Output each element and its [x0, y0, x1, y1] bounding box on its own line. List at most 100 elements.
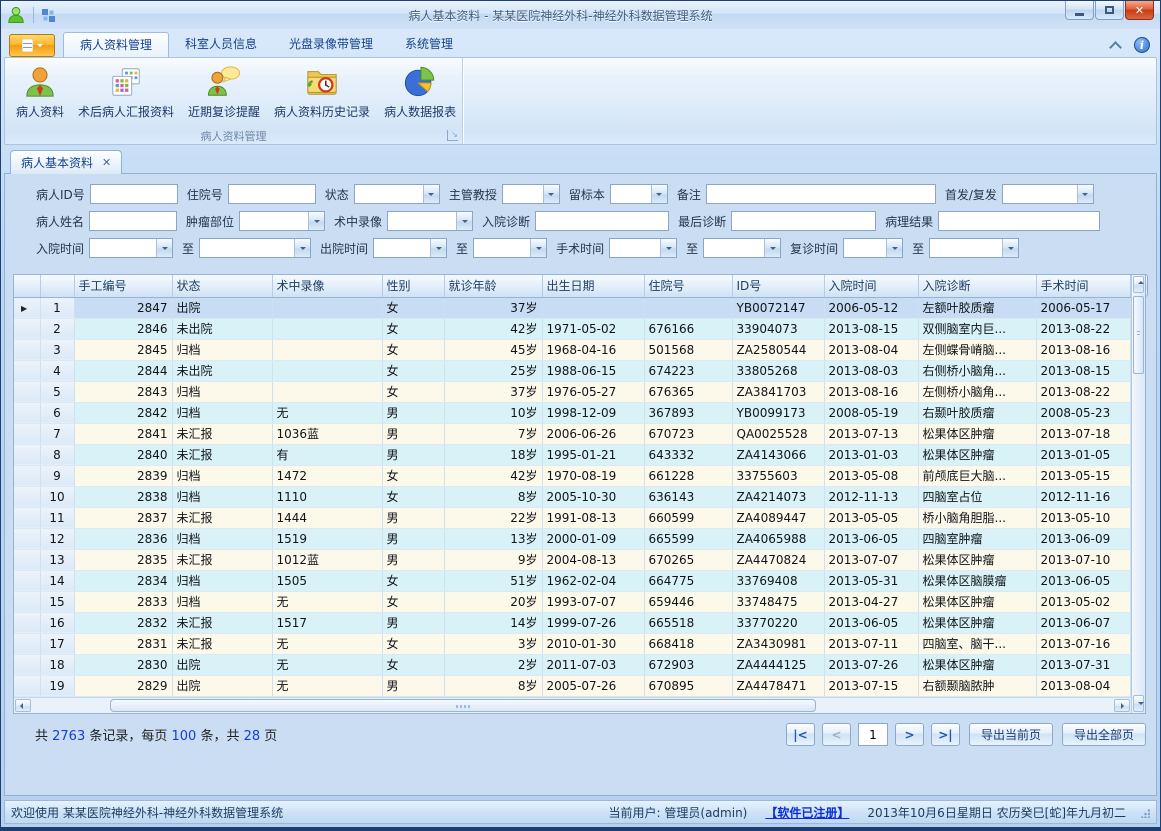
column-header-age[interactable]: 就诊年龄: [444, 275, 542, 297]
cell-surgery_time[interactable]: 2013-07-18: [1036, 423, 1130, 444]
row-indicator[interactable]: [14, 507, 40, 528]
cell-gender[interactable]: 女: [382, 360, 444, 381]
column-header-video[interactable]: 术中录像: [272, 275, 382, 297]
cell-diagnosis[interactable]: 右额颞脑脓肿: [918, 675, 1036, 696]
table-row[interactable]: 72841未汇报1036蓝男7岁2006-06-26670723QA002552…: [14, 423, 1130, 444]
cell-gender[interactable]: 女: [382, 591, 444, 612]
cell-status[interactable]: 未出院: [172, 318, 272, 339]
cell-id_no[interactable]: 33748475: [732, 591, 824, 612]
column-header-gender[interactable]: 性别: [382, 275, 444, 297]
cell-admission_no[interactable]: 668418: [644, 633, 732, 654]
cell-video[interactable]: 无: [272, 654, 382, 675]
filter-input[interactable]: [938, 211, 1100, 231]
table-row[interactable]: 12847出院女37岁YB00721472006-05-12左额叶胶质瘤2006…: [14, 297, 1130, 318]
ribbon-tab-3[interactable]: 光盘录像带管理: [273, 32, 389, 57]
column-header-admission_no[interactable]: 住院号: [644, 275, 732, 297]
cell-status[interactable]: 出院: [172, 675, 272, 696]
table-row[interactable]: 42844未出院女25岁1988-06-15674223338052682013…: [14, 360, 1130, 381]
cell-manual_no[interactable]: 2844: [74, 360, 172, 381]
cell-age[interactable]: 37岁: [444, 297, 542, 318]
cell-age[interactable]: 22岁: [444, 507, 542, 528]
cell-birthdate[interactable]: 1995-01-21: [542, 444, 644, 465]
cell-rownum[interactable]: 12: [40, 528, 74, 549]
cell-age[interactable]: 25岁: [444, 360, 542, 381]
cell-birthdate[interactable]: 2000-01-09: [542, 528, 644, 549]
cell-id_no[interactable]: ZA4478471: [732, 675, 824, 696]
cell-admission_no[interactable]: 367893: [644, 402, 732, 423]
export-button-1[interactable]: 导出当前页: [969, 723, 1053, 746]
cell-admit_time[interactable]: 2008-05-19: [824, 402, 918, 423]
chevron-down-icon[interactable]: [651, 185, 667, 203]
cell-admission_no[interactable]: 636143: [644, 486, 732, 507]
cell-status[interactable]: 未汇报: [172, 423, 272, 444]
cell-birthdate[interactable]: 2005-10-30: [542, 486, 644, 507]
cell-status[interactable]: 归档: [172, 381, 272, 402]
cell-admission_no[interactable]: 661228: [644, 465, 732, 486]
cell-admission_no[interactable]: 643332: [644, 444, 732, 465]
cell-status[interactable]: 归档: [172, 570, 272, 591]
filter-combo[interactable]: [843, 238, 903, 258]
cell-rownum[interactable]: 8: [40, 444, 74, 465]
cell-gender[interactable]: 女: [382, 381, 444, 402]
cell-admission_no[interactable]: 660599: [644, 507, 732, 528]
cell-rownum[interactable]: 1: [40, 297, 74, 318]
cell-diagnosis[interactable]: 前颅底巨大脑...: [918, 465, 1036, 486]
vertical-scroll-track[interactable]: [1132, 294, 1146, 694]
cell-admit_time[interactable]: 2013-06-05: [824, 612, 918, 633]
column-header-blank[interactable]: [14, 275, 40, 297]
cell-rownum[interactable]: 14: [40, 570, 74, 591]
cell-age[interactable]: 20岁: [444, 591, 542, 612]
cell-diagnosis[interactable]: 左侧蝶骨嵴脑...: [918, 339, 1036, 360]
filter-input[interactable]: [89, 211, 177, 231]
cell-surgery_time[interactable]: 2013-07-31: [1036, 654, 1130, 675]
cell-diagnosis[interactable]: 松果体区肿瘤: [918, 423, 1036, 444]
cell-admission_no[interactable]: 676166: [644, 318, 732, 339]
cell-age[interactable]: 18岁: [444, 444, 542, 465]
cell-id_no[interactable]: QA0025528: [732, 423, 824, 444]
ribbon-tab-4[interactable]: 系统管理: [389, 32, 469, 57]
cell-birthdate[interactable]: 1976-05-27: [542, 381, 644, 402]
table-row[interactable]: 132835未汇报1012蓝男9岁2004-08-13670265ZA44708…: [14, 549, 1130, 570]
table-row[interactable]: 32845归档女45岁1968-04-16501568ZA25805442013…: [14, 339, 1130, 360]
row-indicator[interactable]: [14, 528, 40, 549]
cell-admission_no[interactable]: 672903: [644, 654, 732, 675]
cell-manual_no[interactable]: 2833: [74, 591, 172, 612]
cell-status[interactable]: 未汇报: [172, 549, 272, 570]
cell-gender[interactable]: 男: [382, 528, 444, 549]
filter-combo[interactable]: [703, 238, 781, 258]
cell-diagnosis[interactable]: 左侧桥小脑角...: [918, 381, 1036, 402]
cell-age[interactable]: 8岁: [444, 486, 542, 507]
cell-birthdate[interactable]: 1999-07-26: [542, 612, 644, 633]
table-row[interactable]: 22846未出院女42岁1971-05-02676166339040732013…: [14, 318, 1130, 339]
cell-admit_time[interactable]: 2013-08-16: [824, 381, 918, 402]
row-indicator[interactable]: [14, 339, 40, 360]
info-icon[interactable]: [1134, 37, 1150, 53]
cell-manual_no[interactable]: 2845: [74, 339, 172, 360]
row-indicator[interactable]: [14, 654, 40, 675]
cell-admit_time[interactable]: 2013-07-26: [824, 654, 918, 675]
row-indicator[interactable]: [14, 381, 40, 402]
cell-id_no[interactable]: ZA2580544: [732, 339, 824, 360]
cell-diagnosis[interactable]: 右颞叶胶质瘤: [918, 402, 1036, 423]
cell-surgery_time[interactable]: 2013-06-07: [1036, 612, 1130, 633]
cell-surgery_time[interactable]: 2006-05-17: [1036, 297, 1130, 318]
cell-admit_time[interactable]: 2006-05-12: [824, 297, 918, 318]
cell-manual_no[interactable]: 2835: [74, 549, 172, 570]
cell-manual_no[interactable]: 2829: [74, 675, 172, 696]
cell-gender[interactable]: 女: [382, 339, 444, 360]
pager-next-button[interactable]: >: [895, 723, 924, 746]
cell-status[interactable]: 未汇报: [172, 612, 272, 633]
cell-id_no[interactable]: ZA4470824: [732, 549, 824, 570]
cell-video[interactable]: [272, 318, 382, 339]
chevron-down-icon[interactable]: [156, 239, 172, 257]
column-header-birthdate[interactable]: 出生日期: [542, 275, 644, 297]
license-link[interactable]: 【软件已注册】: [765, 804, 849, 821]
cell-surgery_time[interactable]: 2013-05-10: [1036, 507, 1130, 528]
cell-surgery_time[interactable]: 2012-11-16: [1036, 486, 1130, 507]
table-row[interactable]: 92839归档1472女42岁1970-08-19661228337556032…: [14, 465, 1130, 486]
chevron-down-icon[interactable]: [308, 212, 324, 230]
ribbon-button-2[interactable]: 术后病人汇报资料: [71, 62, 181, 123]
cell-admission_no[interactable]: [644, 297, 732, 318]
cell-age[interactable]: 10岁: [444, 402, 542, 423]
column-header-id_no[interactable]: ID号: [732, 275, 824, 297]
